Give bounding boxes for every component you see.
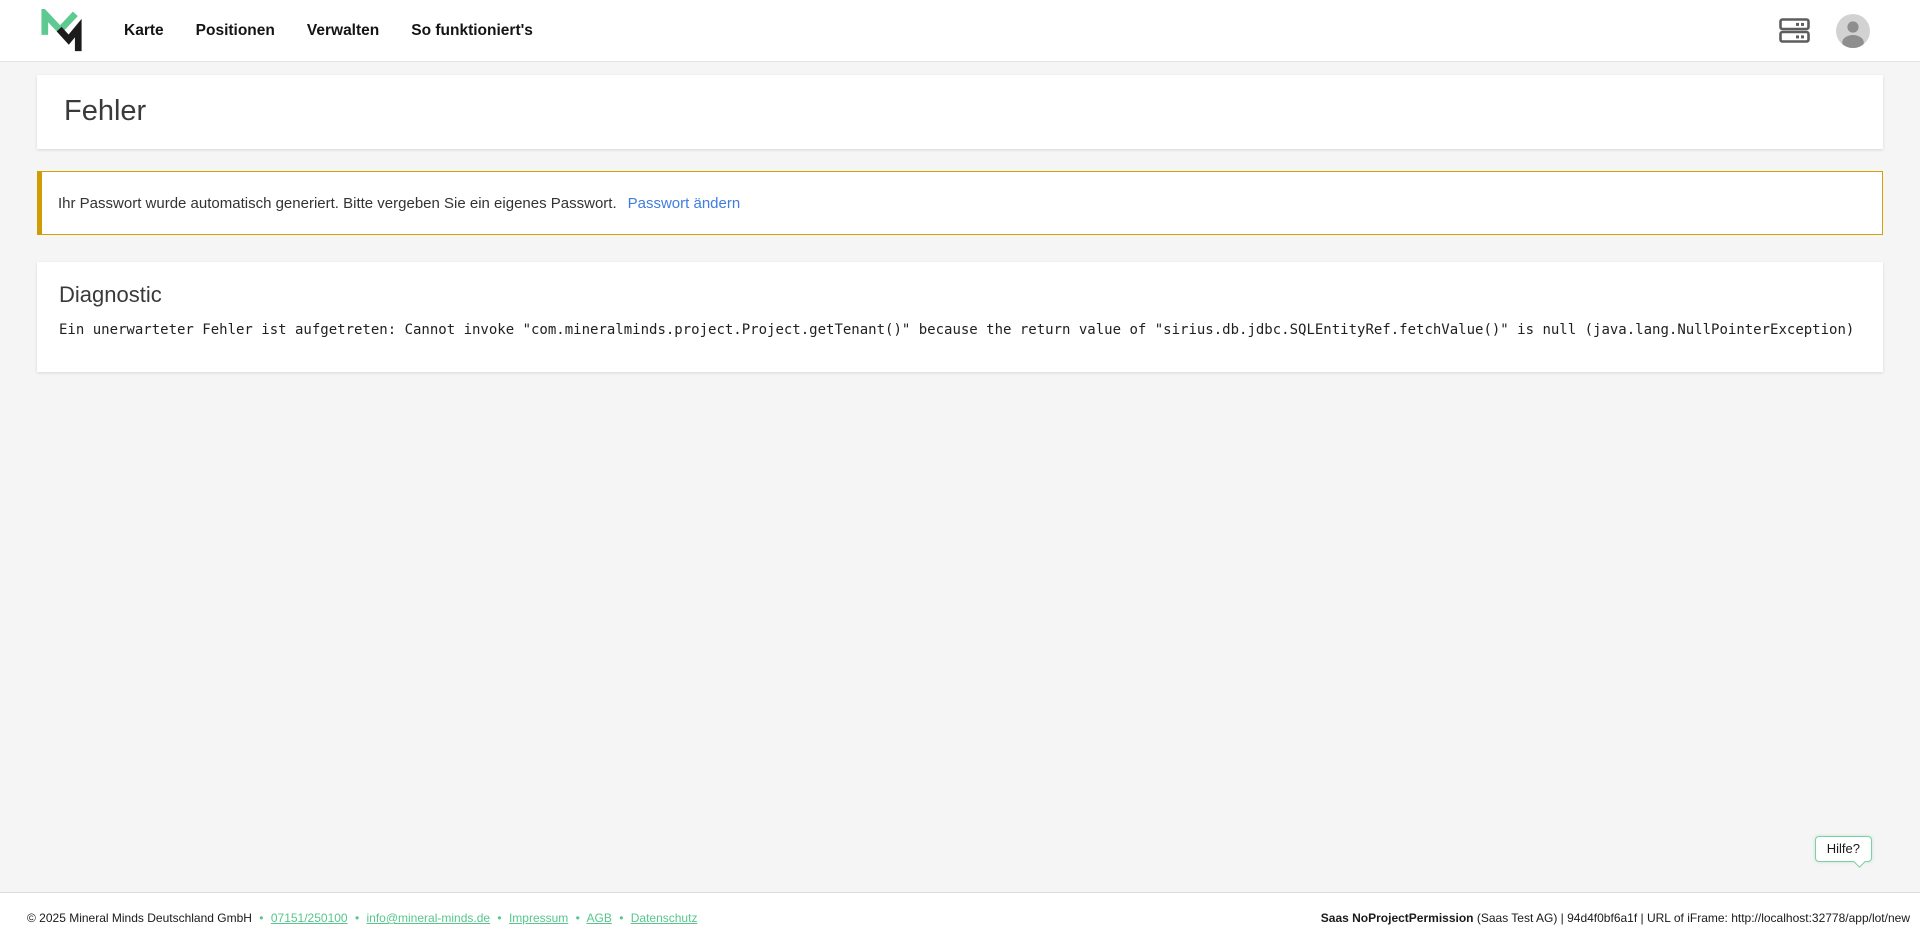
nav-item-positionen[interactable]: Positionen [196, 22, 275, 40]
main-content: Fehler Ihr Passwort wurde automatisch ge… [0, 62, 1920, 372]
footer-link-impressum[interactable]: Impressum [509, 911, 568, 925]
page-title: Fehler [64, 96, 1856, 126]
dns-server-icon[interactable] [1779, 18, 1810, 43]
copyright-text: © 2025 Mineral Minds Deutschland GmbH [27, 911, 252, 925]
nav-item-verwalten[interactable]: Verwalten [307, 22, 379, 40]
nav-item-karte[interactable]: Karte [124, 22, 164, 40]
footer-separator: • [619, 911, 623, 925]
password-warning-alert: Ihr Passwort wurde automatisch generiert… [37, 171, 1883, 235]
help-label: Hilfe? [1827, 841, 1860, 856]
logo-svg [40, 9, 84, 53]
footer-link-email[interactable]: info@mineral-minds.de [366, 911, 490, 925]
error-title-card: Fehler [37, 75, 1883, 149]
footer-separator: • [576, 911, 580, 925]
session-permission: Saas NoProjectPermission [1321, 911, 1474, 925]
main-nav: Karte Positionen Verwalten So funktionie… [124, 22, 533, 40]
footer-separator: • [355, 911, 359, 925]
footer-link-datenschutz[interactable]: Datenschutz [631, 911, 698, 925]
page-footer: © 2025 Mineral Minds Deutschland GmbH • … [0, 892, 1920, 943]
user-avatar-icon[interactable] [1836, 14, 1870, 48]
session-details: (Saas Test AG) | 94d4f0bf6a1f | URL of i… [1477, 911, 1910, 925]
change-password-link[interactable]: Passwort ändern [628, 195, 741, 212]
footer-company-info: © 2025 Mineral Minds Deutschland GmbH • … [27, 911, 697, 925]
diagnostic-card: Diagnostic Ein unerwarteter Fehler ist a… [37, 262, 1883, 372]
top-navbar: Karte Positionen Verwalten So funktionie… [0, 0, 1920, 62]
mineral-minds-logo-icon[interactable] [40, 9, 84, 53]
help-bubble-tail [1853, 855, 1866, 868]
footer-separator: • [259, 911, 263, 925]
navbar-right [1779, 14, 1870, 48]
alert-message: Ihr Passwort wurde automatisch generiert… [58, 195, 617, 212]
footer-link-agb[interactable]: AGB [587, 911, 612, 925]
help-button[interactable]: Hilfe? [1815, 836, 1872, 862]
nav-item-so-funktionierts[interactable]: So funktioniert's [411, 22, 533, 40]
diagnostic-title: Diagnostic [59, 282, 1861, 308]
footer-link-phone[interactable]: 07151/250100 [271, 911, 348, 925]
footer-session-info: Saas NoProjectPermission (Saas Test AG) … [1321, 911, 1910, 925]
diagnostic-error-message: Ein unerwarteter Fehler ist aufgetreten:… [59, 321, 1861, 339]
footer-separator: • [497, 911, 501, 925]
